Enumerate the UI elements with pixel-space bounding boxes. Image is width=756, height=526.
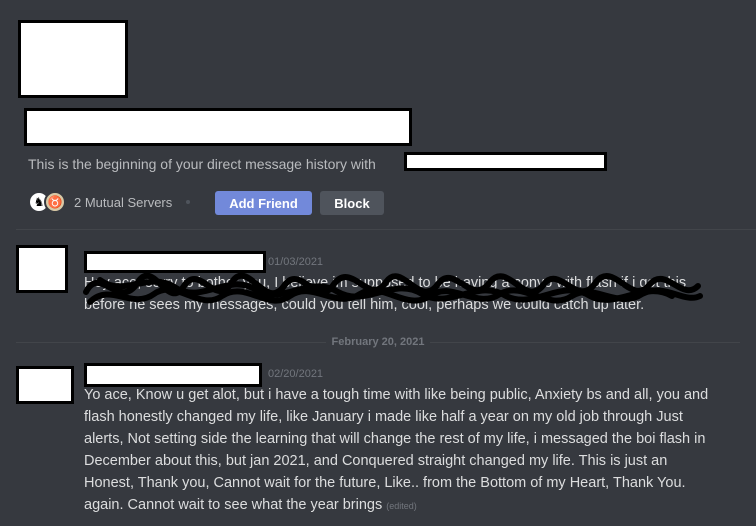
redacted-avatar (18, 20, 128, 98)
header-divider (16, 229, 756, 230)
date-separator: February 20, 2021 (16, 336, 741, 348)
block-button[interactable]: Block (320, 191, 384, 215)
separator-dot (186, 200, 191, 204)
intro-text: This is the beginning of your direct mes… (28, 156, 376, 172)
scribble-redaction (83, 272, 703, 305)
intro-label: This is the beginning of your direct mes… (28, 156, 376, 172)
date-separator-line-right (430, 341, 741, 343)
message-2-timestamp: 02/20/2021 (268, 368, 324, 380)
message-2-text: Yo ace, Know u get alot, but i have a to… (84, 387, 709, 513)
redacted-intro-name (404, 152, 607, 171)
message-2-avatar (16, 366, 74, 404)
server-icon-2: ♉ (44, 191, 66, 213)
message-2-body: Yo ace, Know u get alot, but i have a to… (84, 384, 714, 517)
date-separator-label: February 20, 2021 (331, 336, 425, 348)
edited-label: (edited) (386, 501, 417, 511)
mutual-servers[interactable]: ♞ ♉ 2 Mutual Servers (28, 190, 200, 214)
redacted-username (24, 108, 412, 146)
message-1-avatar (16, 245, 68, 293)
date-separator-line-left (16, 341, 326, 343)
mutual-servers-label: 2 Mutual Servers (74, 194, 173, 210)
add-friend-button[interactable]: Add Friend (215, 191, 312, 215)
